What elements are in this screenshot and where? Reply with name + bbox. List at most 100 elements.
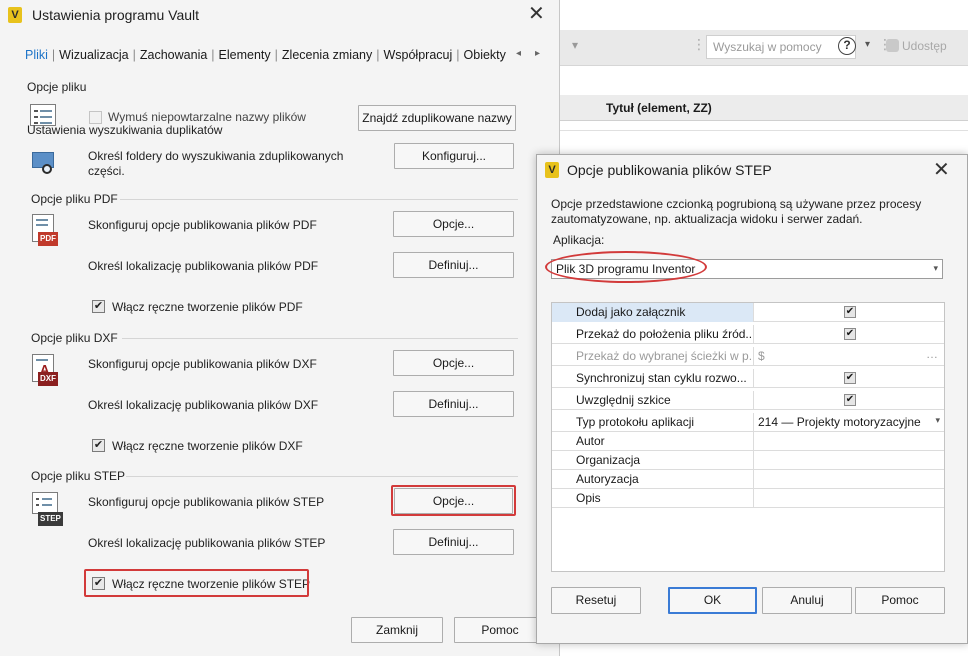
tab-elementy[interactable]: Elementy — [216, 48, 274, 62]
help-button[interactable]: Pomoc — [855, 587, 945, 614]
tab-zlecenia-zmiany[interactable]: Zlecenia zmiany — [279, 48, 375, 62]
property-row[interactable]: Przekaż do wybranej ścieżki w p... $… — [552, 347, 944, 366]
property-name: Typ protokołu aplikacji — [552, 413, 754, 432]
tab-wizualizacja[interactable]: Wizualizacja — [56, 48, 131, 62]
property-row[interactable]: Opis — [552, 489, 944, 508]
property-value[interactable] — [754, 451, 944, 470]
property-name: Autoryzacja — [552, 470, 754, 489]
help-dropdown-icon[interactable]: ▾ — [865, 39, 870, 50]
background-toolbar: ▾ ⋮ Wyszukaj w pomocy ? ▾ ⋮ Udostęp — [560, 30, 968, 66]
property-row[interactable]: Uwzględnij szkice ✔ — [552, 391, 944, 410]
highlight-step-manual — [84, 569, 309, 597]
step-define-button[interactable]: Definiuj... — [393, 529, 514, 555]
dxf-options-button[interactable]: Opcje... — [393, 350, 514, 376]
property-row[interactable]: Dodaj jako załącznik ✔ — [552, 303, 944, 322]
vault-app-icon: V — [8, 7, 22, 23]
property-checkbox[interactable]: ✔ — [844, 394, 856, 406]
dxf-tag: DXF — [38, 372, 58, 386]
close-icon[interactable]: ✕ — [933, 160, 950, 180]
property-value[interactable] — [754, 432, 944, 451]
pdf-manual-label: Włącz ręczne tworzenie plików PDF — [112, 300, 303, 314]
property-value: $… — [758, 347, 938, 363]
tab-wspolpracuj[interactable]: Współpracuj — [380, 48, 455, 62]
pdf-tag: PDF — [38, 232, 58, 246]
property-row[interactable]: Autoryzacja — [552, 470, 944, 489]
highlight-step-options — [391, 485, 516, 516]
column-title: Tytuł (element, ZZ) — [606, 101, 712, 115]
reset-button[interactable]: Resetuj — [551, 587, 641, 614]
find-duplicates-button[interactable]: Znajdź zduplikowane nazwy — [358, 105, 516, 131]
separator-icon: ⋮ — [692, 36, 706, 52]
dialog-title: Opcje publikowania plików STEP — [567, 162, 772, 178]
dxf-configure-label: Skonfiguruj opcje publikowania plików DX… — [88, 357, 317, 371]
property-checkbox[interactable]: ✔ — [844, 328, 856, 340]
property-value[interactable]: 214 — Projekty motoryzacyjne ▾ — [754, 413, 944, 432]
folders-label-line1: Określ foldery do wyszukiwania zduplikow… — [88, 149, 344, 163]
ok-button[interactable]: OK — [668, 587, 757, 614]
property-checkbox[interactable]: ✔ — [844, 306, 856, 318]
section-step-options: Opcje pliku STEP — [31, 469, 126, 483]
ellipsis-icon: … — [926, 347, 938, 361]
tab-zachowania[interactable]: Zachowania — [137, 48, 210, 62]
property-value[interactable]: ✔ — [754, 391, 944, 410]
pdf-configure-label: Skonfiguruj opcje publikowania plików PD… — [88, 218, 317, 232]
property-name: Autor — [552, 432, 754, 451]
step-configure-label: Skonfiguruj opcje publikowania plików ST… — [88, 495, 325, 509]
section-divider — [122, 338, 518, 339]
close-button[interactable]: Zamknij — [351, 617, 443, 643]
help-icon[interactable]: ? — [838, 37, 856, 55]
application-label: Aplikacja: — [553, 233, 605, 247]
property-value[interactable]: ✔ — [754, 369, 944, 388]
grid-column-header[interactable]: Tytuł (element, ZZ) — [560, 95, 968, 121]
section-file-options: Opcje pliku — [27, 80, 87, 94]
folder-search-icon — [30, 150, 58, 178]
property-name: Przekaż do położenia pliku źród... — [552, 325, 754, 344]
property-row[interactable]: Synchronizuj stan cyklu rozwo... ✔ — [552, 369, 944, 388]
property-value[interactable] — [754, 489, 944, 508]
property-name: Dodaj jako załącznik — [552, 303, 754, 322]
configure-folders-button[interactable]: Konfiguruj... — [394, 143, 514, 169]
section-divider — [120, 199, 518, 200]
property-checkbox[interactable]: ✔ — [844, 372, 856, 384]
property-value[interactable]: ✔ — [754, 325, 944, 344]
title-bar: V Ustawienia programu Vault ✕ — [0, 0, 559, 30]
step-publish-options-dialog: V Opcje publikowania plików STEP ✕ Opcje… — [536, 154, 968, 644]
section-pdf-options: Opcje pliku PDF — [31, 192, 118, 206]
tab-obiekty[interactable]: Obiekty — [461, 48, 509, 62]
pdf-manual-checkbox[interactable]: ✔ — [92, 300, 105, 313]
property-row[interactable]: Przekaż do położenia pliku źród... ✔ — [552, 325, 944, 344]
property-name: Organizacja — [552, 451, 754, 470]
close-icon[interactable]: ✕ — [528, 4, 545, 24]
share-icon — [886, 39, 899, 52]
dxf-file-icon: A DXF — [30, 354, 60, 388]
tab-scroll-right-icon[interactable]: ▸ — [535, 48, 540, 59]
property-value[interactable] — [754, 470, 944, 489]
property-value[interactable]: ✔ — [754, 303, 944, 322]
dropdown-arrow-icon[interactable]: ▾ — [572, 38, 578, 52]
property-row[interactable]: Typ protokołu aplikacji 214 — Projekty m… — [552, 413, 944, 432]
dxf-manual-label: Włącz ręczne tworzenie plików DXF — [112, 439, 303, 453]
pdf-location-label: Określ lokalizację publikowania plików P… — [88, 259, 319, 273]
pdf-options-button[interactable]: Opcje... — [393, 211, 514, 237]
tab-pliki[interactable]: Pliki — [22, 48, 51, 62]
pdf-define-button[interactable]: Definiuj... — [393, 252, 514, 278]
grid-row[interactable] — [560, 121, 968, 131]
property-name: Przekaż do wybranej ścieżki w p... — [552, 347, 754, 366]
cancel-button[interactable]: Anuluj — [762, 587, 852, 614]
property-row[interactable]: Autor — [552, 432, 944, 451]
step-tag: STEP — [38, 512, 63, 526]
tab-scroll-left-icon[interactable]: ◂ — [516, 48, 521, 59]
help-button[interactable]: Pomoc — [454, 617, 546, 643]
chevron-down-icon: ▾ — [935, 415, 940, 425]
section-duplicate-search: Ustawienia wyszukiwania duplikatów — [27, 123, 223, 137]
dxf-manual-checkbox[interactable]: ✔ — [92, 439, 105, 452]
property-row[interactable]: Organizacja — [552, 451, 944, 470]
property-name: Uwzględnij szkice — [552, 391, 754, 410]
share-button[interactable]: Udostęp — [902, 39, 947, 53]
unique-names-label: Wymuś niepowtarzalne nazwy plików — [108, 110, 306, 124]
tab-strip: Pliki | Wizualizacja | Zachowania | Elementy | Z… — [22, 48, 509, 68]
help-search-input[interactable]: Wyszukaj w pomocy — [706, 35, 856, 59]
vault-settings-dialog: V Ustawienia programu Vault ✕ Pliki | Wizu… — [0, 0, 560, 656]
property-name: Opis — [552, 489, 754, 508]
dxf-define-button[interactable]: Definiuj... — [393, 391, 514, 417]
